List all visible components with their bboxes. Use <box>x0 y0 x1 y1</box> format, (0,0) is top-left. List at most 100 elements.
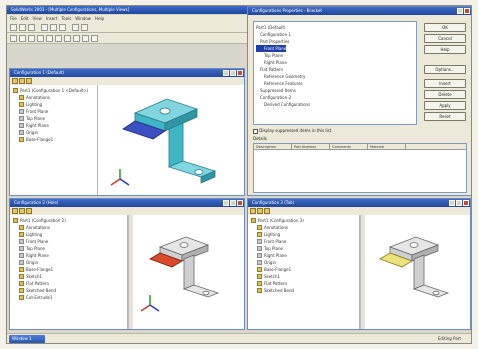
tree-item[interactable]: Flat Pattern <box>251 280 356 287</box>
tree-item[interactable]: Lighting <box>251 231 356 238</box>
tree-item[interactable]: Annotations <box>13 224 124 231</box>
chamfer-icon[interactable] <box>55 34 62 42</box>
property-tab-icon[interactable] <box>19 208 25 214</box>
column-header[interactable]: Part Number <box>292 144 330 149</box>
tree-item[interactable]: Top Plane <box>13 115 94 122</box>
column-header[interactable]: Comments <box>330 144 368 149</box>
new-icon[interactable] <box>10 23 17 31</box>
rib-icon[interactable] <box>73 34 80 42</box>
document-window-config2[interactable]: Configuration 2 (Hole) Part1 (Configurat… <box>9 198 245 330</box>
tree-item[interactable]: Top Plane <box>13 245 124 252</box>
configuration-tab-icon[interactable] <box>26 208 32 214</box>
extrude-icon[interactable] <box>10 34 17 42</box>
feature-tree-tab-icon[interactable] <box>12 208 18 214</box>
list-item[interactable]: Flat Pattern <box>256 66 414 73</box>
undo-icon[interactable] <box>72 23 79 31</box>
sweep-icon[interactable] <box>28 34 35 42</box>
minimize-icon[interactable] <box>223 200 229 206</box>
tree-scrollbar[interactable] <box>128 215 133 329</box>
save-icon[interactable] <box>28 23 35 31</box>
fillet-icon[interactable] <box>46 34 53 42</box>
close-icon[interactable] <box>237 70 243 76</box>
copy-icon[interactable] <box>50 23 57 31</box>
tree-item[interactable]: Sketch1 <box>13 273 124 280</box>
tree-item[interactable]: Part1 (Configuration 1 <Default>) <box>13 87 94 94</box>
tree-item[interactable]: Flat Pattern <box>13 280 124 287</box>
tree-scrollbar[interactable] <box>360 215 365 329</box>
reset-button[interactable]: Reset <box>424 112 466 121</box>
minimize-icon[interactable] <box>449 200 455 206</box>
tree-item[interactable]: Front Plane <box>13 108 94 115</box>
help-icon[interactable] <box>457 8 463 14</box>
menu-view[interactable]: View <box>32 15 42 22</box>
configuration-properties-dialog[interactable]: Configurations Properties - Bracket Part… <box>247 6 472 196</box>
open-icon[interactable] <box>19 23 26 31</box>
graphics-viewport[interactable] <box>366 215 470 329</box>
paste-icon[interactable] <box>59 23 66 31</box>
list-item[interactable]: Suppressed Items <box>256 87 414 94</box>
loft-icon[interactable] <box>37 34 44 42</box>
tree-item[interactable]: Annotations <box>13 94 94 101</box>
document-window-config1[interactable]: Configuration 1 (Default) Part1 (Configu… <box>9 68 245 196</box>
draft-icon[interactable] <box>82 34 89 42</box>
tree-item[interactable]: Right Plane <box>13 122 94 129</box>
hole-icon[interactable] <box>91 34 98 42</box>
delete-button[interactable]: Delete <box>424 90 466 99</box>
ok-button[interactable]: OK <box>424 23 466 32</box>
menu-edit[interactable]: Edit <box>21 15 29 22</box>
feature-tree-tab-icon[interactable] <box>12 78 18 84</box>
configuration-list[interactable]: Part1 (Default) Configuration 1 Part Pro… <box>253 21 417 125</box>
list-item[interactable]: Derived Configurations <box>256 101 414 108</box>
tree-item[interactable]: Origin <box>251 259 356 266</box>
taskbar-window-button[interactable]: Window 1 <box>9 335 45 343</box>
document-window-config3[interactable]: Configuration 3 (Tab) Part1 (Configurati… <box>247 198 471 330</box>
cancel-button[interactable]: Cancel <box>424 34 466 43</box>
tree-item[interactable]: Lighting <box>13 101 94 108</box>
column-header[interactable]: Description <box>254 144 292 149</box>
property-tab-icon[interactable] <box>19 78 25 84</box>
minimize-icon[interactable] <box>223 70 229 76</box>
column-header[interactable]: Material <box>368 144 406 149</box>
tree-item[interactable]: Sketched Bend <box>251 287 356 294</box>
shell-icon[interactable] <box>64 34 71 42</box>
feature-tree-tab-icon[interactable] <box>250 208 256 214</box>
close-icon[interactable] <box>237 200 243 206</box>
tree-item[interactable]: Front Plane <box>251 238 356 245</box>
maximize-icon[interactable] <box>230 200 236 206</box>
list-item[interactable]: Configuration-2 <box>256 94 414 101</box>
menu-tools[interactable]: Tools <box>61 15 71 22</box>
menu-insert[interactable]: Insert <box>46 15 57 22</box>
insert-button[interactable]: Insert <box>424 79 466 88</box>
menu-file[interactable]: File <box>10 15 17 22</box>
document-titlebar[interactable]: Configuration 1 (Default) <box>10 69 244 77</box>
tree-item[interactable]: Base-Flange1 <box>13 266 124 273</box>
tree-item[interactable]: Annotations <box>251 224 356 231</box>
tree-item[interactable]: Cut-Extrude1 <box>13 294 124 301</box>
configuration-tab-icon[interactable] <box>264 208 270 214</box>
menu-window[interactable]: Window <box>75 15 91 22</box>
list-item[interactable]: Reference Features <box>256 80 414 87</box>
dialog-titlebar[interactable]: Configurations Properties - Bracket <box>248 7 471 15</box>
tree-item[interactable]: Sketched Bend <box>13 287 124 294</box>
tree-item[interactable]: Top Plane <box>251 245 356 252</box>
property-tab-icon[interactable] <box>257 208 263 214</box>
list-item[interactable]: Part1 (Default) <box>256 24 414 31</box>
configuration-tab-icon[interactable] <box>26 78 32 84</box>
close-icon[interactable] <box>463 200 469 206</box>
suppressed-items-checkbox[interactable] <box>253 128 258 134</box>
maximize-icon[interactable] <box>456 200 462 206</box>
tree-item[interactable]: Origin <box>13 259 124 266</box>
close-icon[interactable] <box>464 8 470 14</box>
list-item[interactable]: Top Plane <box>256 52 414 59</box>
tree-item[interactable]: Part1 (Configuration 3) <box>251 217 356 224</box>
tree-item[interactable]: Sketch1 <box>251 273 356 280</box>
tree-item[interactable]: Base-Flange1 <box>13 136 94 143</box>
cut-icon[interactable] <box>41 23 48 31</box>
tree-item[interactable]: Front Plane <box>13 238 124 245</box>
options-button[interactable]: Options... <box>424 65 466 74</box>
details-grid[interactable]: Description Part Number Comments Materia… <box>253 143 467 193</box>
tree-item[interactable]: Part1 (Configuration 2) <box>13 217 124 224</box>
tree-item[interactable]: Origin <box>13 129 94 136</box>
list-item[interactable]: Reference Geometry <box>256 73 414 80</box>
apply-button[interactable]: Apply <box>424 101 466 110</box>
